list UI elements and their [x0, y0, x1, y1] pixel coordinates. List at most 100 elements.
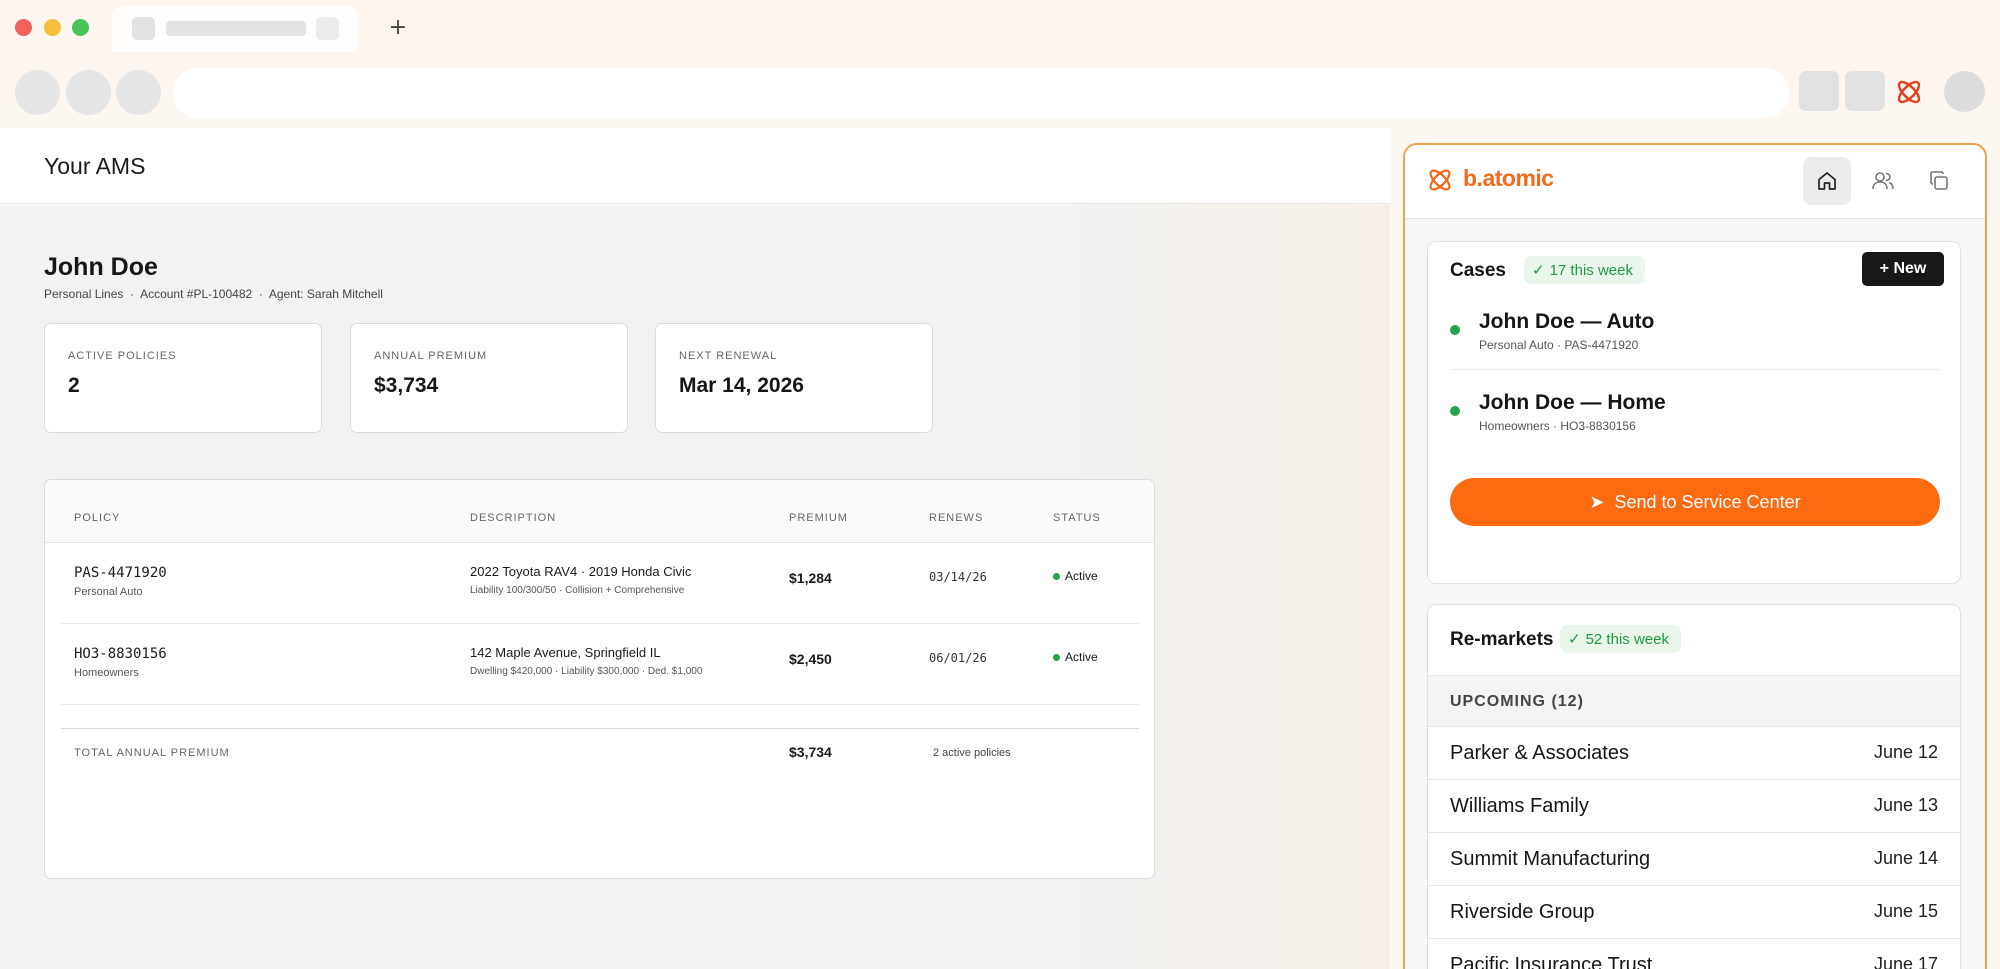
check-icon: ✓: [1568, 630, 1581, 648]
cases-card: Cases ✓ 17 this week + New John Doe — Aut…: [1427, 241, 1961, 584]
remarket-item[interactable]: Parker & Associates June 12: [1428, 727, 1960, 780]
profile-avatar[interactable]: [1944, 71, 1985, 112]
case-item[interactable]: John Doe — Home Homeowners · HO3-8830156: [1450, 371, 1940, 451]
forward-button[interactable]: [66, 70, 111, 115]
case-status-dot-icon: [1450, 325, 1460, 335]
meta-separator: ·: [1553, 419, 1558, 433]
new-case-button[interactable]: + New: [1862, 252, 1944, 286]
address-bar[interactable]: [173, 68, 1789, 118]
meta-separator: ·: [258, 287, 263, 301]
case-subtitle: Homeowners · HO3-8830156: [1479, 419, 1636, 433]
client-agent: Agent: Sarah Mitchell: [268, 287, 383, 301]
column-header-renews[interactable]: RENEWS: [929, 512, 983, 524]
table-row[interactable]: PAS-4471920 Personal Auto 2022 Toyota RA…: [61, 544, 1139, 624]
policy-premium: $1,284: [789, 570, 832, 586]
column-header-premium[interactable]: PREMIUM: [789, 512, 848, 524]
browser-tab[interactable]: [112, 6, 358, 52]
remarket-name: Pacific Insurance Trust: [1450, 954, 1653, 969]
remarkets-card: Re-markets ✓ 52 this week UPCOMING (12) P…: [1427, 604, 1961, 969]
table-row[interactable]: HO3-8830156 Homeowners 142 Maple Avenue,…: [61, 625, 1139, 705]
column-header-status[interactable]: STATUS: [1053, 512, 1101, 524]
remarkets-title: Re-markets: [1450, 629, 1554, 650]
reload-button[interactable]: [116, 70, 161, 115]
home-icon: [1818, 172, 1836, 190]
minimize-window-button[interactable]: [44, 19, 61, 36]
case-type: Homeowners: [1479, 419, 1550, 433]
send-to-service-center-button[interactable]: ➤ Send to Service Center: [1450, 478, 1940, 526]
policy-renewal-date: 06/01/26: [929, 651, 987, 665]
stat-card-active-policies: ACTIVE POLICIES 2: [44, 323, 322, 433]
cases-title: Cases: [1450, 260, 1506, 281]
stat-value: $3,734: [374, 374, 439, 397]
remarket-item[interactable]: Pacific Insurance Trust June 17: [1428, 939, 1960, 969]
remarket-item[interactable]: Williams Family June 13: [1428, 780, 1960, 833]
remarket-item[interactable]: Summit Manufacturing June 14: [1428, 833, 1960, 886]
policy-description: 2022 Toyota RAV4 · 2019 Honda Civic: [470, 564, 692, 579]
client-line: Personal Lines: [44, 287, 124, 301]
policy-type: Personal Auto: [74, 586, 143, 598]
policy-renewal-date: 03/14/26: [929, 570, 987, 584]
remarket-name: Riverside Group: [1450, 901, 1595, 923]
case-type: Personal Auto: [1479, 338, 1554, 352]
upcoming-label: UPCOMING (12): [1450, 693, 1584, 710]
total-policy-count: 2 active policies: [933, 747, 1011, 759]
policy-details: Liability 100/300/50 · Collision + Compr…: [470, 585, 685, 596]
remarket-date: June 15: [1873, 901, 1938, 921]
status-text: Active: [1065, 569, 1098, 583]
policy-table: POLICY DESCRIPTION PREMIUM RENEWS STATUS…: [44, 479, 1155, 879]
back-button[interactable]: [15, 70, 60, 115]
send-arrow-icon: ➤: [1589, 492, 1605, 513]
panel-header: b.atomic: [1405, 145, 1985, 219]
upcoming-section-header[interactable]: UPCOMING (12): [1428, 675, 1960, 727]
ams-header: Your AMS: [0, 128, 1390, 204]
stat-card-annual-premium: ANNUAL PREMIUM $3,734: [350, 323, 628, 433]
total-label: TOTAL ANNUAL PREMIUM: [74, 747, 230, 759]
case-status-dot-icon: [1450, 406, 1460, 416]
case-policy: PAS-4471920: [1564, 338, 1639, 352]
extension-button[interactable]: [1799, 71, 1839, 111]
stat-label: ACTIVE POLICIES: [68, 350, 177, 362]
copy-tab-button[interactable]: [1915, 157, 1963, 205]
status-badge: Active: [1053, 650, 1098, 664]
check-icon: ✓: [1532, 261, 1545, 279]
status-badge: Active: [1053, 569, 1098, 583]
tab-favicon-icon: [132, 17, 155, 40]
status-dot-icon: [1053, 573, 1060, 581]
app-title: Your AMS: [44, 153, 146, 179]
column-header-policy[interactable]: POLICY: [74, 512, 120, 524]
clients-tab-button[interactable]: [1859, 157, 1907, 205]
maximize-window-button[interactable]: [72, 19, 89, 36]
remarket-date: June 14: [1873, 848, 1938, 868]
tab-close-icon[interactable]: [316, 17, 339, 40]
home-tab-button[interactable]: [1803, 157, 1851, 205]
copy-icon: [1930, 171, 1948, 190]
total-premium: $3,734: [789, 744, 832, 760]
policy-number[interactable]: PAS-4471920: [74, 565, 167, 581]
policy-description: 142 Maple Avenue, Springfield IL: [470, 645, 661, 660]
stat-label: NEXT RENEWAL: [679, 350, 778, 362]
remarket-date: June 13: [1873, 795, 1938, 815]
remarket-item[interactable]: Riverside Group June 15: [1428, 886, 1960, 939]
policy-details: Dwelling $420,000 · Liability $300,000 ·…: [470, 666, 703, 677]
policy-number[interactable]: HO3-8830156: [74, 646, 167, 662]
policy-premium: $2,450: [789, 651, 832, 667]
tab-title-placeholder: [166, 21, 306, 36]
close-window-button[interactable]: [15, 19, 32, 36]
atomic-side-panel: b.atomic Cases ✓ 17 this week + New John…: [1403, 143, 1987, 969]
atomic-extension-icon[interactable]: [1893, 76, 1925, 108]
browser-chrome: +: [0, 0, 2000, 128]
case-item[interactable]: John Doe — Auto Personal Auto · PAS-4471…: [1450, 290, 1940, 370]
table-total-row: TOTAL ANNUAL PREMIUM $3,734 2 active pol…: [61, 728, 1139, 778]
meta-separator: ·: [1557, 338, 1562, 352]
table-header-row: POLICY DESCRIPTION PREMIUM RENEWS STATUS: [45, 480, 1154, 543]
column-header-description[interactable]: DESCRIPTION: [470, 512, 556, 524]
remarket-name: Williams Family: [1450, 795, 1589, 817]
stat-value: 2: [68, 374, 80, 397]
extension-button[interactable]: [1845, 71, 1885, 111]
brand-name: b.atomic: [1463, 165, 1554, 191]
remarkets-week-badge: ✓ 52 this week: [1560, 625, 1681, 653]
case-subtitle: Personal Auto · PAS-4471920: [1479, 338, 1638, 352]
ams-main: John Doe Personal Lines · Account #PL-10…: [0, 205, 1390, 969]
badge-text: 52 this week: [1585, 631, 1669, 648]
new-tab-button[interactable]: +: [386, 13, 410, 43]
